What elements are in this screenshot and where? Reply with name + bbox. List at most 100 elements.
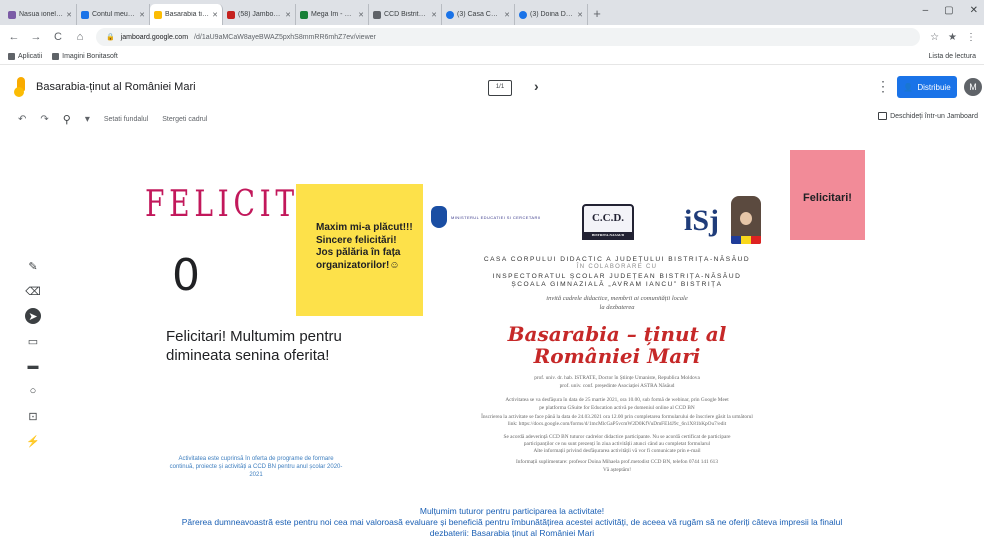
poster-participants-line: participanților ce nu sunt prezenți în z… [523,441,711,447]
redo-icon[interactable]: ↷ [40,114,48,125]
tab-favicon [373,10,381,19]
jamboard-toolbar: ↶ ↷ ⚲ ▾ Setati fundalul Stergeti cadrul … [0,108,984,130]
close-icon[interactable]: ✕ [139,11,145,19]
bookmark-star-icon[interactable]: ☆ [930,32,939,43]
browser-tab[interactable]: (3) Casa Corpului Didactic✕ [442,4,515,25]
window-controls: – ▢ ✕ [923,5,978,16]
jamboard-header: Basarabia-ținut al României Mari 1/1 › ⋮… [0,66,984,108]
clear-frame-button[interactable]: Stergeti cadrul [162,116,207,123]
avram-iancu-portrait [731,196,761,244]
close-window-button[interactable]: ✕ [970,5,978,16]
browser-tab-active[interactable]: Basarabia tinut al Romani✕ [150,4,223,25]
share-button[interactable]: 👤 Distribuie [897,76,957,98]
home-button[interactable]: ⌂ [74,31,86,43]
tab-title: (3) Doina Doina | facebook [530,11,574,18]
browser-tab[interactable]: (3) Doina Doina | facebook✕ [515,4,588,25]
browser-tab[interactable]: (58) Jamboard - Explorer✕ [223,4,296,25]
bookmark-item[interactable]: Imagini Bonitasoft [52,53,118,60]
event-poster-image[interactable]: MINISTERUL EDUCATIEI SI CERCETARII C.C.D… [427,194,807,524]
avatar[interactable]: M [964,78,982,96]
minimize-button[interactable]: – [923,5,929,16]
isj-logo: iSj [684,204,720,237]
eraser-icon[interactable]: ⌫ [25,283,41,299]
forward-button[interactable]: → [30,31,42,43]
circle-shape-icon[interactable]: ○ [25,383,41,399]
close-icon[interactable]: ✕ [358,11,364,19]
zoom-dropdown-icon[interactable]: ▾ [85,114,90,125]
tab-title: (3) Casa Corpului Didactic [457,11,501,18]
extension-icon[interactable]: ★ [948,32,957,43]
close-icon[interactable]: ✕ [66,11,72,19]
tab-title: Contul meu Drive - Google [92,11,136,18]
url-input[interactable]: 🔒 jamboard.google.com/d/1aU9aMCaW8ayeBWA… [96,28,921,46]
tab-favicon [300,10,308,19]
address-bar-row: ← → C ⌂ 🔒 jamboard.google.com/d/1aU9aMCa… [0,25,984,49]
new-tab-button[interactable]: + [588,4,606,25]
close-icon[interactable]: ✕ [285,11,291,19]
poster-link-line: link: https://docs.google.com/forms/d/1m… [507,421,727,427]
open-in-jamboard-button[interactable]: Deschideți într-un Jamboard [878,112,978,120]
tab-title: Basarabia tinut al Romani [165,11,209,18]
url-host: jamboard.google.com [120,33,189,41]
back-button[interactable]: ← [8,31,20,43]
tab-favicon [446,10,454,19]
poster-organizer: CASA CORPULUI DIDACTIC A JUDEȚULUI BISTR… [483,256,751,263]
tool-rail: ✎ ⌫ ➤ ▭ ▬ ○ ⊡ ⚡ [25,258,41,449]
select-icon[interactable]: ➤ [25,308,41,324]
bookmark-icon [52,53,60,60]
share-label: Distribuie [917,82,951,92]
handwritten-zero[interactable]: 0 [172,250,200,301]
browser-menu-icon[interactable]: ⋮ [966,32,976,43]
browser-tab-strip: Nasua ionela Saliu: aspi✕ Contul meu Dri… [0,0,984,25]
close-icon[interactable]: ✕ [504,11,510,19]
bookmark-label: Aplicatii [18,53,43,60]
text-box-icon[interactable]: ⊡ [25,408,41,424]
jamboard-device-icon [878,112,888,120]
zoom-icon[interactable]: ⚲ [63,113,71,126]
set-background-button[interactable]: Setati fundalul [104,116,148,123]
sticky-note-yellow[interactable]: Maxim mi-a plăcut!!! Sincere felicitări!… [296,184,423,316]
reading-list-label: Lista de lectura [928,53,976,60]
poster-collab: ÎN COLABORARE CU [576,264,658,270]
open-in-jamboard-label: Deschideți într-un Jamboard [890,112,978,120]
poster-invite-2: la dezbaterea [599,304,635,311]
browser-tab[interactable]: Contul meu Drive - Google✕ [77,4,150,25]
bookmark-label: Imagini Bonitasoft [62,53,118,60]
browser-tab[interactable]: Mega Im - Meg Im✕ [296,4,369,25]
reading-list[interactable]: Lista de lectura [929,53,976,60]
browser-tab[interactable]: CCD Bistrita-Nasaud✕ [369,4,442,25]
poster-certificate-line: Se acordă adeverință CCD BN tuturor cadr… [503,434,731,440]
browser-extensions: ☆ ★ ⋮ [930,32,976,43]
maximize-button[interactable]: ▢ [944,5,953,16]
undo-icon[interactable]: ↶ [18,114,26,125]
close-icon[interactable]: ✕ [212,11,218,19]
close-icon[interactable]: ✕ [431,11,437,19]
sticky-note-icon[interactable]: ▭ [25,333,41,349]
frame-indicator[interactable]: 1/1 [488,80,512,96]
poster-contact-line: Informații suplimentare: profesor Doina … [516,459,718,465]
ccd-logo-text: C.C.D. [591,212,625,224]
browser-tab[interactable]: Nasua ionela Saliu: aspi✕ [4,4,77,25]
lock-icon: 🔒 [106,34,115,41]
thanks-line-2: Părerea dumneavoastră este pentru noi ce… [181,517,843,538]
text-box-felicitari[interactable]: Felicitari! Multumim pentru dimineata se… [166,327,396,365]
url-path: /d/1aU9aMCaW8ayeBWAZ5pxhS8mmRR6mhZ7ev/vi… [194,33,376,41]
thanks-message[interactable]: Mulțumim tuturor pentru participarea la … [170,506,854,539]
more-options-icon[interactable]: ⋮ [876,78,890,95]
tab-favicon [8,10,16,19]
bookmark-apps[interactable]: Aplicatii [8,53,42,60]
tab-title: (58) Jamboard - Explorer [238,11,283,18]
next-frame-button[interactable]: › [534,78,539,94]
activity-program-note[interactable]: Activitatea este cuprinsă în oferta de p… [169,455,343,479]
poster-date-line: Activitatea se va desfășura în data de 2… [505,397,729,403]
tab-favicon [519,10,527,19]
reload-button[interactable]: C [52,31,64,43]
add-image-icon[interactable]: ▬ [25,358,41,374]
tab-title: CCD Bistrita-Nasaud [384,11,428,18]
ccd-logo-sub: BISTRITA-NASAUD [584,232,632,238]
poster-speaker-1: prof. univ. dr. hab. ISTRATE, Doctor în … [534,375,700,381]
pen-icon[interactable]: ✎ [25,258,41,274]
close-icon[interactable]: ✕ [577,11,583,19]
document-title[interactable]: Basarabia-ținut al României Mari [36,81,196,93]
laser-icon[interactable]: ⚡ [25,433,41,449]
